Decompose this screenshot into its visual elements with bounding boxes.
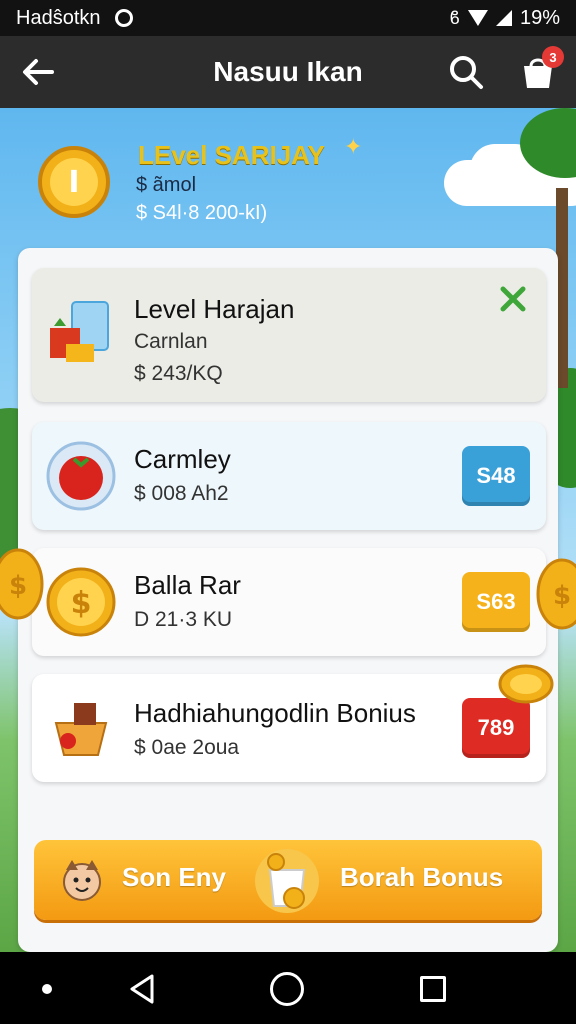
- page-title: Nasuu Ikan: [213, 56, 363, 87]
- tomato-icon: [46, 441, 116, 511]
- level-title: LEvel SARIJAY: [138, 140, 325, 170]
- svg-text:I: I: [68, 165, 79, 200]
- svg-text:$: $: [9, 571, 27, 601]
- bonus-basket-icon: [54, 703, 108, 756]
- item-name: Hadhiahungodlin Bonius: [134, 698, 416, 728]
- svg-text:$: $: [71, 586, 92, 621]
- level-coin-icon: I: [38, 146, 110, 218]
- search-icon[interactable]: [446, 52, 486, 92]
- battery-percent: 19%: [519, 6, 560, 29]
- list-item[interactable]: $ Balla Rar D 21·3 KU S63: [32, 548, 546, 656]
- content-area: I LEvel SARIJAY ✦ $ ãmol $ S4l·8 200-kI)…: [0, 108, 576, 952]
- price-button[interactable]: S48: [462, 446, 530, 506]
- gift-basket-icon: [50, 301, 109, 362]
- coin-decoration-icon: [498, 664, 554, 704]
- banner-left-label: Son Eny: [122, 862, 227, 892]
- item-name: Balla Rar: [134, 570, 241, 600]
- signal-icon: [495, 10, 512, 26]
- nav-back-icon[interactable]: [126, 972, 158, 1006]
- nav-recents-icon[interactable]: [420, 976, 446, 1002]
- shopping-bag-button[interactable]: 3: [516, 46, 564, 94]
- back-arrow-icon[interactable]: [18, 52, 58, 92]
- item-price-text: D 21·3 KU: [134, 608, 233, 631]
- level-subtitle: $ ãmol: [136, 174, 197, 196]
- item-price-text: $ 243/KQ: [134, 362, 223, 385]
- nav-home-icon[interactable]: [270, 972, 304, 1006]
- level-amount: $ S4l·8 200-kI): [136, 202, 268, 224]
- nav-dot-icon: [42, 984, 52, 994]
- item-name: Level Harajan: [134, 294, 295, 324]
- alarm-icon: ϐ: [449, 7, 460, 28]
- price-button[interactable]: S63: [462, 572, 530, 632]
- cart-badge: 3: [542, 46, 564, 68]
- item-price-text: $ 0ae 2oua: [134, 736, 240, 759]
- list-item[interactable]: Carmley $ 008 Ah2 S48: [32, 422, 546, 530]
- app-bar: Nasuu Ikan 3: [0, 36, 576, 108]
- status-circle-icon: [114, 9, 133, 27]
- banner-right-label: Borah Bonus: [340, 862, 504, 892]
- status-carrier: Hadŝotkn: [16, 6, 101, 29]
- dollar-coin-icon: $: [46, 567, 116, 637]
- item-name: Carmley: [134, 444, 231, 474]
- sparkle-icon: ✦: [344, 134, 363, 159]
- svg-text:$: $: [553, 581, 571, 611]
- item-price-text: $ 008 Ah2: [134, 482, 229, 505]
- bonus-banner[interactable]: Son Eny Borah Bonus: [34, 840, 542, 920]
- list-item[interactable]: Level Harajan Carnlan $ 243/KQ: [32, 268, 546, 402]
- coin-decoration-icon: $: [0, 548, 44, 620]
- character-avatar-icon: [63, 860, 101, 901]
- bucket-icon: [255, 849, 319, 913]
- status-bar: Hadŝotkn ϐ 19%: [0, 0, 576, 36]
- item-subtitle: Carnlan: [134, 330, 208, 353]
- list-item[interactable]: Hadhiahungodlin Bonius $ 0ae 2oua 789: [32, 674, 546, 782]
- coin-decoration-icon: $: [536, 558, 576, 630]
- close-icon[interactable]: [498, 284, 528, 314]
- wifi-icon: [467, 10, 488, 26]
